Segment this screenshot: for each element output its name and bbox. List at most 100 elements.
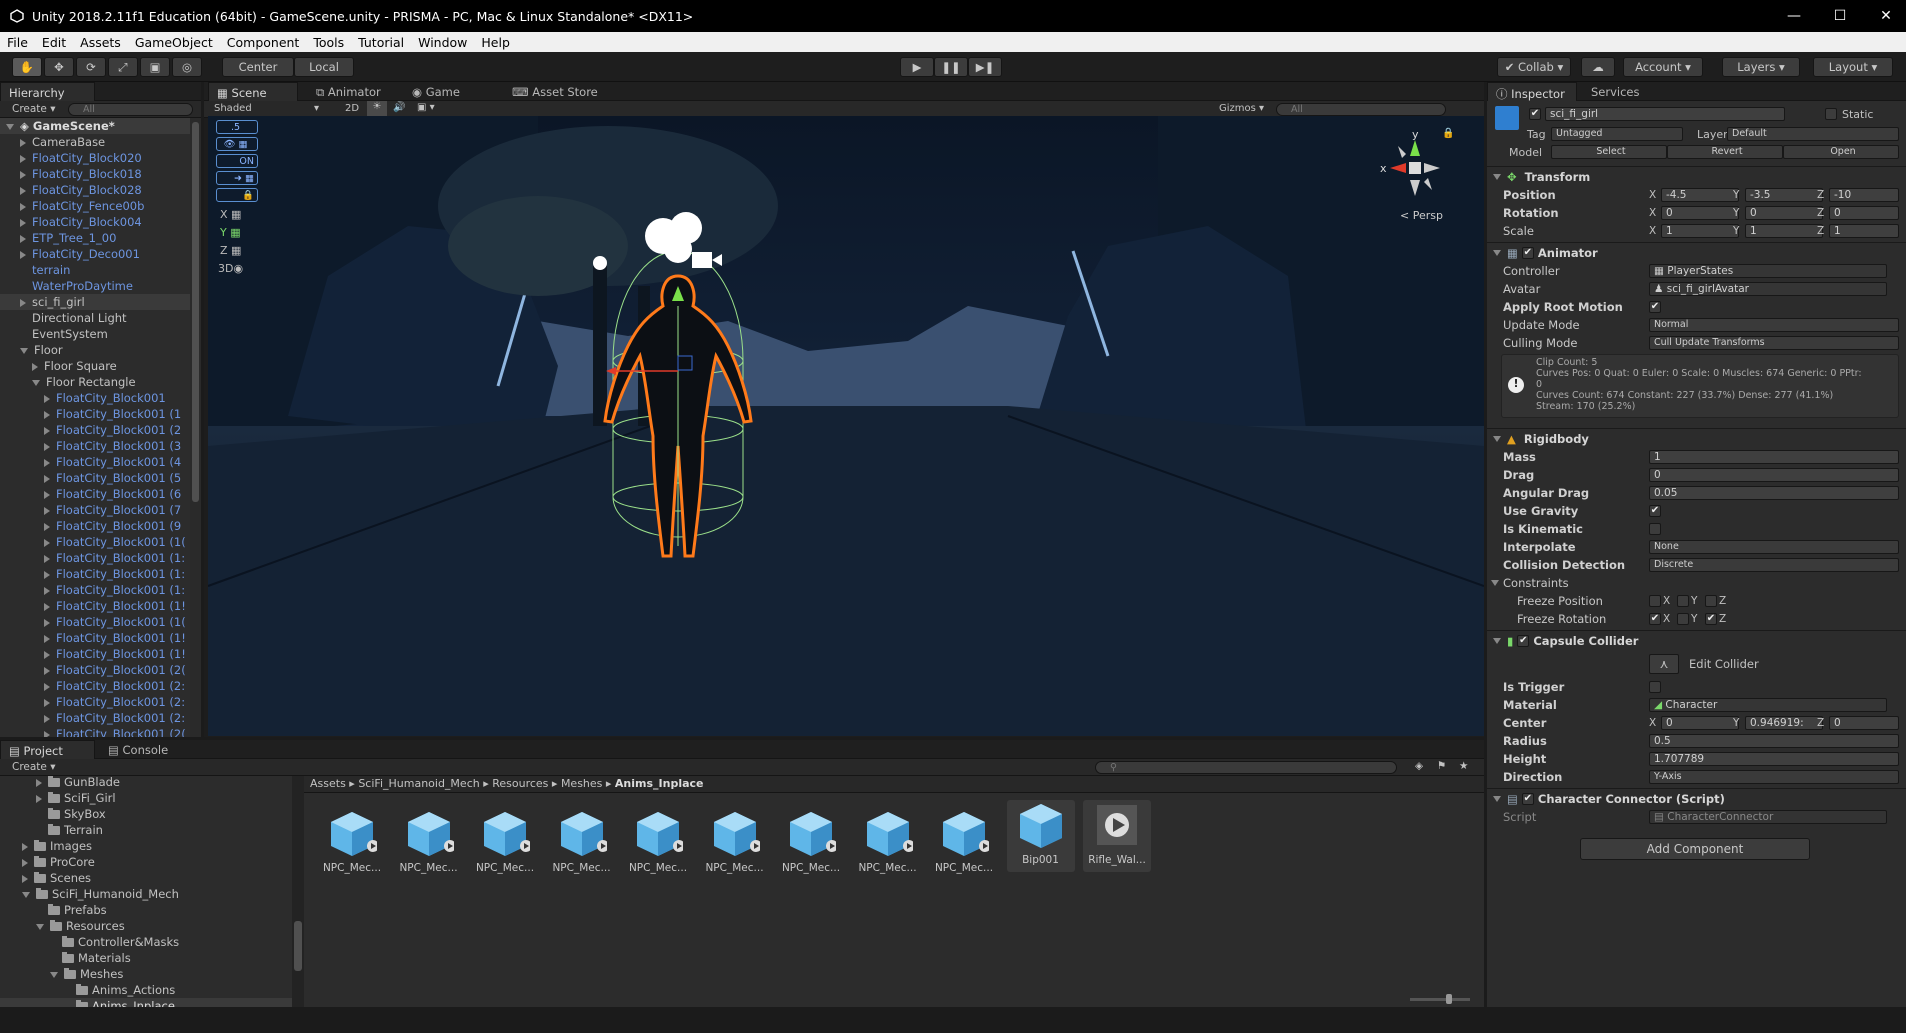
asset-item[interactable]: NPC_Mec... — [930, 808, 998, 888]
hierarchy-item[interactable]: FloatCity_Block001 (6 — [0, 486, 190, 502]
foldout-arrow-icon[interactable] — [20, 186, 26, 195]
capsule-collider-header[interactable]: ▮ ✔ Capsule Collider — [1487, 630, 1906, 650]
breadcrumb-assets[interactable]: Assets — [310, 777, 346, 790]
minimize-button[interactable]: — — [1771, 0, 1817, 32]
account-dropdown[interactable]: Account ▾ — [1623, 57, 1703, 77]
hierarchy-item[interactable]: FloatCity_Block020 — [0, 150, 190, 166]
foldout-arrow-icon[interactable] — [36, 778, 42, 787]
tab-scene[interactable]: ▦ Scene — [208, 82, 298, 101]
foldout-arrow-icon[interactable] — [44, 426, 50, 435]
foldout-arrow-icon[interactable] — [44, 538, 50, 547]
interpolate-dropdown[interactable]: None — [1649, 540, 1899, 554]
filter-label-icon[interactable]: ⚑ — [1437, 760, 1446, 772]
tab-game[interactable]: ◉ Game — [404, 82, 468, 101]
connector-enabled-checkbox[interactable]: ✔ — [1521, 792, 1534, 805]
foldout-arrow-icon[interactable] — [44, 586, 50, 595]
foldout-arrow-icon[interactable] — [44, 506, 50, 515]
is-trigger-checkbox[interactable] — [1649, 681, 1661, 693]
hand-tool-button[interactable]: ✋ — [12, 57, 42, 77]
foldout-arrow-icon[interactable] — [44, 458, 50, 467]
rotation-z-field[interactable]: 0 — [1829, 206, 1899, 220]
project-folder-item[interactable]: GunBlade — [0, 776, 292, 790]
effects-dropdown[interactable]: ▣ ▾ — [417, 102, 435, 113]
foldout-arrow-icon[interactable] — [20, 154, 26, 163]
asset-item[interactable]: NPC_Mec... — [318, 808, 386, 888]
foldout-arrow-icon[interactable] — [44, 442, 50, 451]
hierarchy-item[interactable]: FloatCity_Block001 (1( — [0, 614, 190, 630]
pivot-local-toggle[interactable]: Local — [294, 57, 354, 77]
play-button[interactable]: ▶ — [900, 57, 934, 77]
scale-y-field[interactable]: 1 — [1745, 224, 1823, 238]
step-button[interactable]: ▶❚ — [968, 57, 1002, 77]
hierarchy-item[interactable]: ETP_Tree_1_00 — [0, 230, 190, 246]
grid-3d-toggle[interactable]: 3D◉ — [218, 262, 243, 275]
foldout-arrow-icon[interactable] — [20, 234, 26, 243]
hierarchy-item[interactable]: FloatCity_Block001 (2: — [0, 694, 190, 710]
pause-button[interactable]: ❚❚ — [934, 57, 968, 77]
hierarchy-item[interactable]: FloatCity_Block001 — [0, 390, 190, 406]
hierarchy-item[interactable]: FloatCity_Block001 (2 — [0, 422, 190, 438]
foldout-arrow-icon[interactable] — [20, 347, 28, 354]
menu-component[interactable]: Component — [220, 35, 307, 50]
gizmos-dropdown[interactable]: Gizmos ▾ — [1219, 103, 1264, 114]
drag-field[interactable]: 0 — [1649, 468, 1899, 482]
tab-animator[interactable]: ⧉ Animator — [308, 82, 389, 101]
height-field[interactable]: 1.707789 — [1649, 752, 1899, 766]
freeze-rot-x-checkbox[interactable]: ✔ — [1649, 613, 1661, 625]
foldout-arrow-icon[interactable] — [20, 250, 26, 259]
radius-field[interactable]: 0.5 — [1649, 734, 1899, 748]
project-folder-item[interactable]: SciFi_Girl — [0, 790, 292, 806]
hierarchy-item[interactable]: FloatCity_Block028 — [0, 182, 190, 198]
foldout-arrow-icon[interactable] — [36, 923, 44, 930]
scale-x-field[interactable]: 1 — [1661, 224, 1739, 238]
freeze-pos-y-checkbox[interactable] — [1677, 595, 1689, 607]
tab-services[interactable]: Services — [1583, 82, 1648, 101]
update-mode-dropdown[interactable]: Normal — [1649, 318, 1899, 332]
asset-item[interactable]: NPC_Mec... — [624, 808, 692, 888]
rotate-tool-button[interactable]: ⟳ — [76, 57, 106, 77]
menu-file[interactable]: File — [0, 35, 35, 50]
scene-viewport[interactable]: .5 👁 ▦ ON ➜ ▦ 🔒 X ▦ Y ▦ Z ▦ 3D◉ y x 🔒 < … — [208, 116, 1484, 736]
mass-field[interactable]: 1 — [1649, 450, 1899, 464]
hierarchy-item[interactable]: FloatCity_Block001 (3 — [0, 438, 190, 454]
foldout-arrow-icon[interactable] — [44, 554, 50, 563]
static-checkbox[interactable] — [1825, 108, 1837, 120]
close-button[interactable]: ✕ — [1863, 0, 1906, 32]
foldout-arrow-icon[interactable] — [44, 714, 50, 723]
foldout-arrow-icon[interactable] — [20, 298, 26, 307]
visibility-toggle[interactable]: 👁 ▦ — [216, 137, 258, 151]
maximize-button[interactable]: ☐ — [1817, 0, 1863, 32]
asset-item[interactable]: Rifle_Wal... — [1083, 800, 1151, 872]
capsule-enabled-checkbox[interactable]: ✔ — [1517, 634, 1530, 647]
project-folder-item[interactable]: Scenes — [0, 870, 292, 886]
scale-z-field[interactable]: 1 — [1829, 224, 1899, 238]
hierarchy-item[interactable]: CameraBase — [0, 134, 190, 150]
freeze-pos-z-checkbox[interactable] — [1705, 595, 1717, 607]
asset-item[interactable]: NPC_Mec... — [854, 808, 922, 888]
hierarchy-item[interactable]: FloatCity_Block001 (2( — [0, 662, 190, 678]
foldout-arrow-icon[interactable] — [44, 698, 50, 707]
hierarchy-item[interactable]: FloatCity_Deco001 — [0, 246, 190, 262]
animator-enabled-checkbox[interactable]: ✔ — [1521, 246, 1534, 259]
freeze-rot-y-checkbox[interactable] — [1677, 613, 1689, 625]
filter-type-icon[interactable]: ◈ — [1415, 760, 1423, 772]
add-component-button[interactable]: Add Component — [1580, 838, 1810, 860]
project-folder-item[interactable]: Images — [0, 838, 292, 854]
menu-assets[interactable]: Assets — [73, 35, 128, 50]
foldout-arrow-icon[interactable] — [44, 522, 50, 531]
icon-size-slider[interactable] — [1410, 994, 1470, 1004]
layer-dropdown[interactable]: Default — [1727, 127, 1899, 141]
foldout-arrow-icon[interactable] — [20, 202, 26, 211]
menu-gameobject[interactable]: GameObject — [128, 35, 220, 50]
cloud-button[interactable]: ☁ — [1581, 57, 1615, 77]
position-z-field[interactable]: -10 — [1829, 188, 1899, 202]
foldout-arrow-icon[interactable] — [44, 602, 50, 611]
projection-toggle[interactable]: < Persp — [1400, 209, 1443, 222]
project-folder-item[interactable]: ProCore — [0, 854, 292, 870]
hierarchy-scrollbar[interactable] — [190, 118, 201, 737]
rotation-x-field[interactable]: 0 — [1661, 206, 1739, 220]
move-tool-button[interactable]: ✥ — [44, 57, 74, 77]
hierarchy-item[interactable]: EventSystem — [0, 326, 190, 342]
collision-detection-dropdown[interactable]: Discrete — [1649, 558, 1899, 572]
hierarchy-item[interactable]: FloatCity_Block001 (7 — [0, 502, 190, 518]
